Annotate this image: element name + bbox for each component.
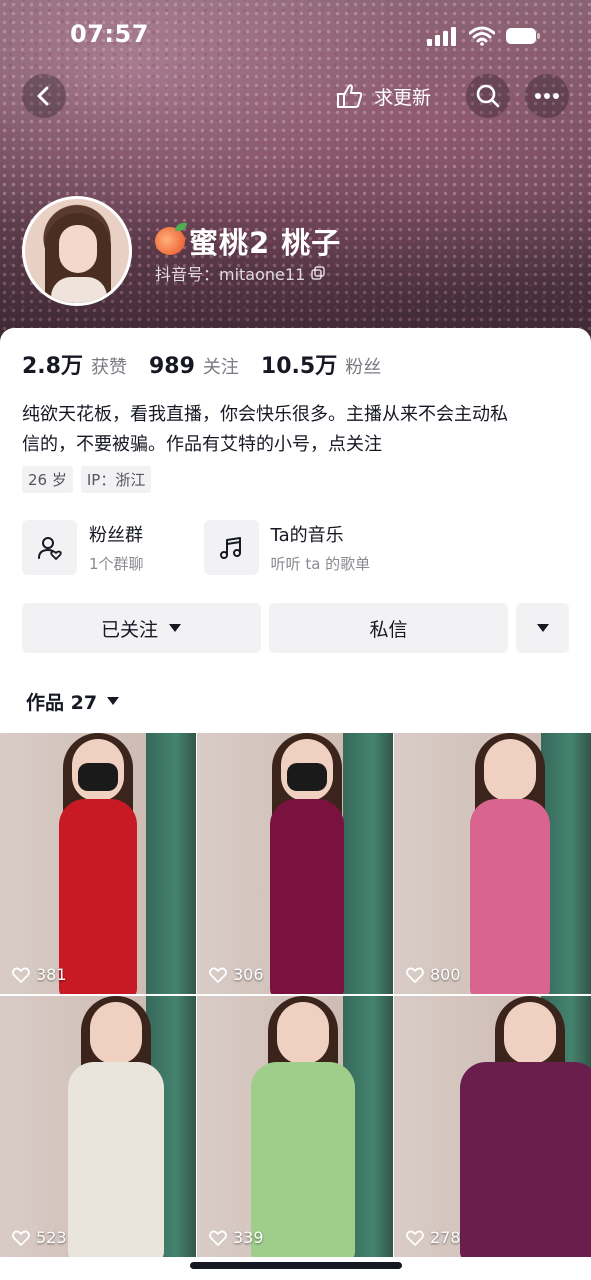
music-note-icon xyxy=(220,536,242,559)
stat-followers[interactable]: 10.5万 粉丝 xyxy=(261,348,381,380)
message-label: 私信 xyxy=(369,618,408,641)
peach-emoji-icon xyxy=(155,223,187,255)
stat-label: 粉丝 xyxy=(345,357,382,378)
hand-point-icon xyxy=(337,84,363,108)
person-image xyxy=(90,1002,142,1064)
following-label: 已关注 xyxy=(100,618,158,641)
wifi-icon xyxy=(469,26,495,46)
dress-image xyxy=(270,799,344,994)
stat-label: 获赞 xyxy=(90,357,127,378)
stat-following[interactable]: 989 关注 xyxy=(149,353,239,379)
caret-down-icon xyxy=(107,697,120,705)
work-tile[interactable]: 278 xyxy=(394,996,591,1257)
fan-group-entry[interactable]: 粉丝群 1个群聊 xyxy=(22,520,144,575)
copy-icon xyxy=(311,266,325,280)
profile-card: 2.8万 获赞 989 关注 10.5万 粉丝 纯欲天花板，看我直播，你会快乐很… xyxy=(0,328,591,1280)
heart-icon xyxy=(406,967,424,983)
works-grid: 381 306 800 523 339 278 xyxy=(0,733,591,1257)
feature-title: 粉丝群 xyxy=(89,525,143,546)
curtain-image xyxy=(343,733,393,994)
status-time: 07:57 xyxy=(70,20,149,48)
heart-icon xyxy=(209,1230,227,1246)
fan-group-icon xyxy=(37,536,62,560)
back-button[interactable] xyxy=(22,74,66,118)
work-tile[interactable]: 800 xyxy=(394,733,591,994)
dress-image xyxy=(251,1062,355,1257)
heart-icon xyxy=(12,1230,30,1246)
feature-entries: 粉丝群 1个群聊 Ta的音乐 听听 ta 的歌单 xyxy=(22,520,370,575)
feature-subtitle: 1个群聊 xyxy=(89,555,144,573)
message-button[interactable]: 私信 xyxy=(269,603,508,653)
dress-image xyxy=(460,1062,591,1257)
stat-value: 2.8万 xyxy=(22,354,83,379)
bio-line: 信的，不要被骗。作品有艾特的小号，点关注 xyxy=(22,434,382,455)
like-count: 800 xyxy=(406,965,461,984)
more-dots-icon xyxy=(535,93,559,99)
stat-value: 989 xyxy=(148,354,195,379)
douyin-id[interactable]: 抖音号：mitaone11 xyxy=(155,261,325,285)
curtain-image xyxy=(146,733,196,994)
like-count: 523 xyxy=(12,1228,67,1247)
more-button[interactable] xyxy=(525,74,569,118)
status-bar: 07:57 xyxy=(0,16,591,56)
caret-down-icon xyxy=(169,624,181,632)
works-tab[interactable]: 作品 27 xyxy=(26,688,120,715)
dress-image xyxy=(68,1062,164,1257)
search-button[interactable] xyxy=(466,74,510,118)
search-icon xyxy=(476,84,500,108)
action-buttons: 已关注 私信 xyxy=(22,603,569,653)
age-tag: 26 岁 xyxy=(22,466,73,493)
like-count-value: 339 xyxy=(233,1228,264,1247)
dress-image xyxy=(59,799,137,994)
work-tile[interactable]: 339 xyxy=(197,996,393,1257)
like-count: 278 xyxy=(406,1228,461,1247)
person-image xyxy=(277,1002,329,1064)
work-tile[interactable]: 523 xyxy=(0,996,196,1257)
stat-label: 关注 xyxy=(202,357,239,378)
signal-icon xyxy=(427,27,456,46)
like-count-value: 523 xyxy=(36,1228,67,1247)
work-tile[interactable]: 306 xyxy=(197,733,393,994)
profile-name: 蜜桃2 桃子 xyxy=(189,226,342,260)
dress-image xyxy=(470,799,550,994)
heart-icon xyxy=(12,967,30,983)
bio-line: 纯欲天花板，看我直播，你会快乐很多。主播从来不会主动私 xyxy=(22,404,508,425)
more-options-dropdown[interactable] xyxy=(516,603,569,653)
heart-icon xyxy=(406,1230,424,1246)
like-count: 381 xyxy=(12,965,67,984)
face-mask-image xyxy=(78,763,118,791)
like-count-value: 306 xyxy=(233,965,264,984)
music-entry[interactable]: Ta的音乐 听听 ta 的歌单 xyxy=(203,520,371,575)
like-count: 339 xyxy=(209,1228,264,1247)
stat-likes[interactable]: 2.8万 获赞 xyxy=(22,348,127,380)
like-count-value: 800 xyxy=(430,965,461,984)
douyin-id-text: 抖音号：mitaone11 xyxy=(155,265,306,284)
stat-value: 10.5万 xyxy=(260,354,338,379)
request-update-label: 求更新 xyxy=(374,86,432,109)
ip-location-tag: IP：浙江 xyxy=(80,466,152,493)
avatar[interactable] xyxy=(22,196,132,306)
feature-subtitle: 听听 ta 的歌单 xyxy=(270,555,371,573)
back-arrow-icon xyxy=(37,86,49,106)
like-count-value: 381 xyxy=(36,965,67,984)
home-indicator xyxy=(190,1262,402,1269)
feature-title: Ta的音乐 xyxy=(270,525,344,546)
profile-tags: 26 岁 IP：浙江 xyxy=(22,466,152,493)
person-image xyxy=(504,1002,556,1064)
person-image xyxy=(484,739,536,801)
like-count: 306 xyxy=(209,965,264,984)
profile-bio: 纯欲天花板，看我直播，你会快乐很多。主播从来不会主动私 信的，不要被骗。作品有艾… xyxy=(22,400,572,460)
work-tile[interactable]: 381 xyxy=(0,733,196,994)
request-update-button[interactable]: 求更新 xyxy=(328,74,443,118)
works-tab-label: 作品 27 xyxy=(26,692,98,714)
caret-down-icon xyxy=(536,624,549,632)
following-button[interactable]: 已关注 xyxy=(22,603,261,653)
top-nav: 求更新 xyxy=(0,72,591,120)
like-count-value: 278 xyxy=(430,1228,461,1247)
face-mask-image xyxy=(287,763,327,791)
battery-icon xyxy=(506,28,540,44)
heart-icon xyxy=(209,967,227,983)
profile-name-row: 蜜桃2 桃子 xyxy=(155,220,341,262)
profile-stats: 2.8万 获赞 989 关注 10.5万 粉丝 xyxy=(22,348,381,380)
